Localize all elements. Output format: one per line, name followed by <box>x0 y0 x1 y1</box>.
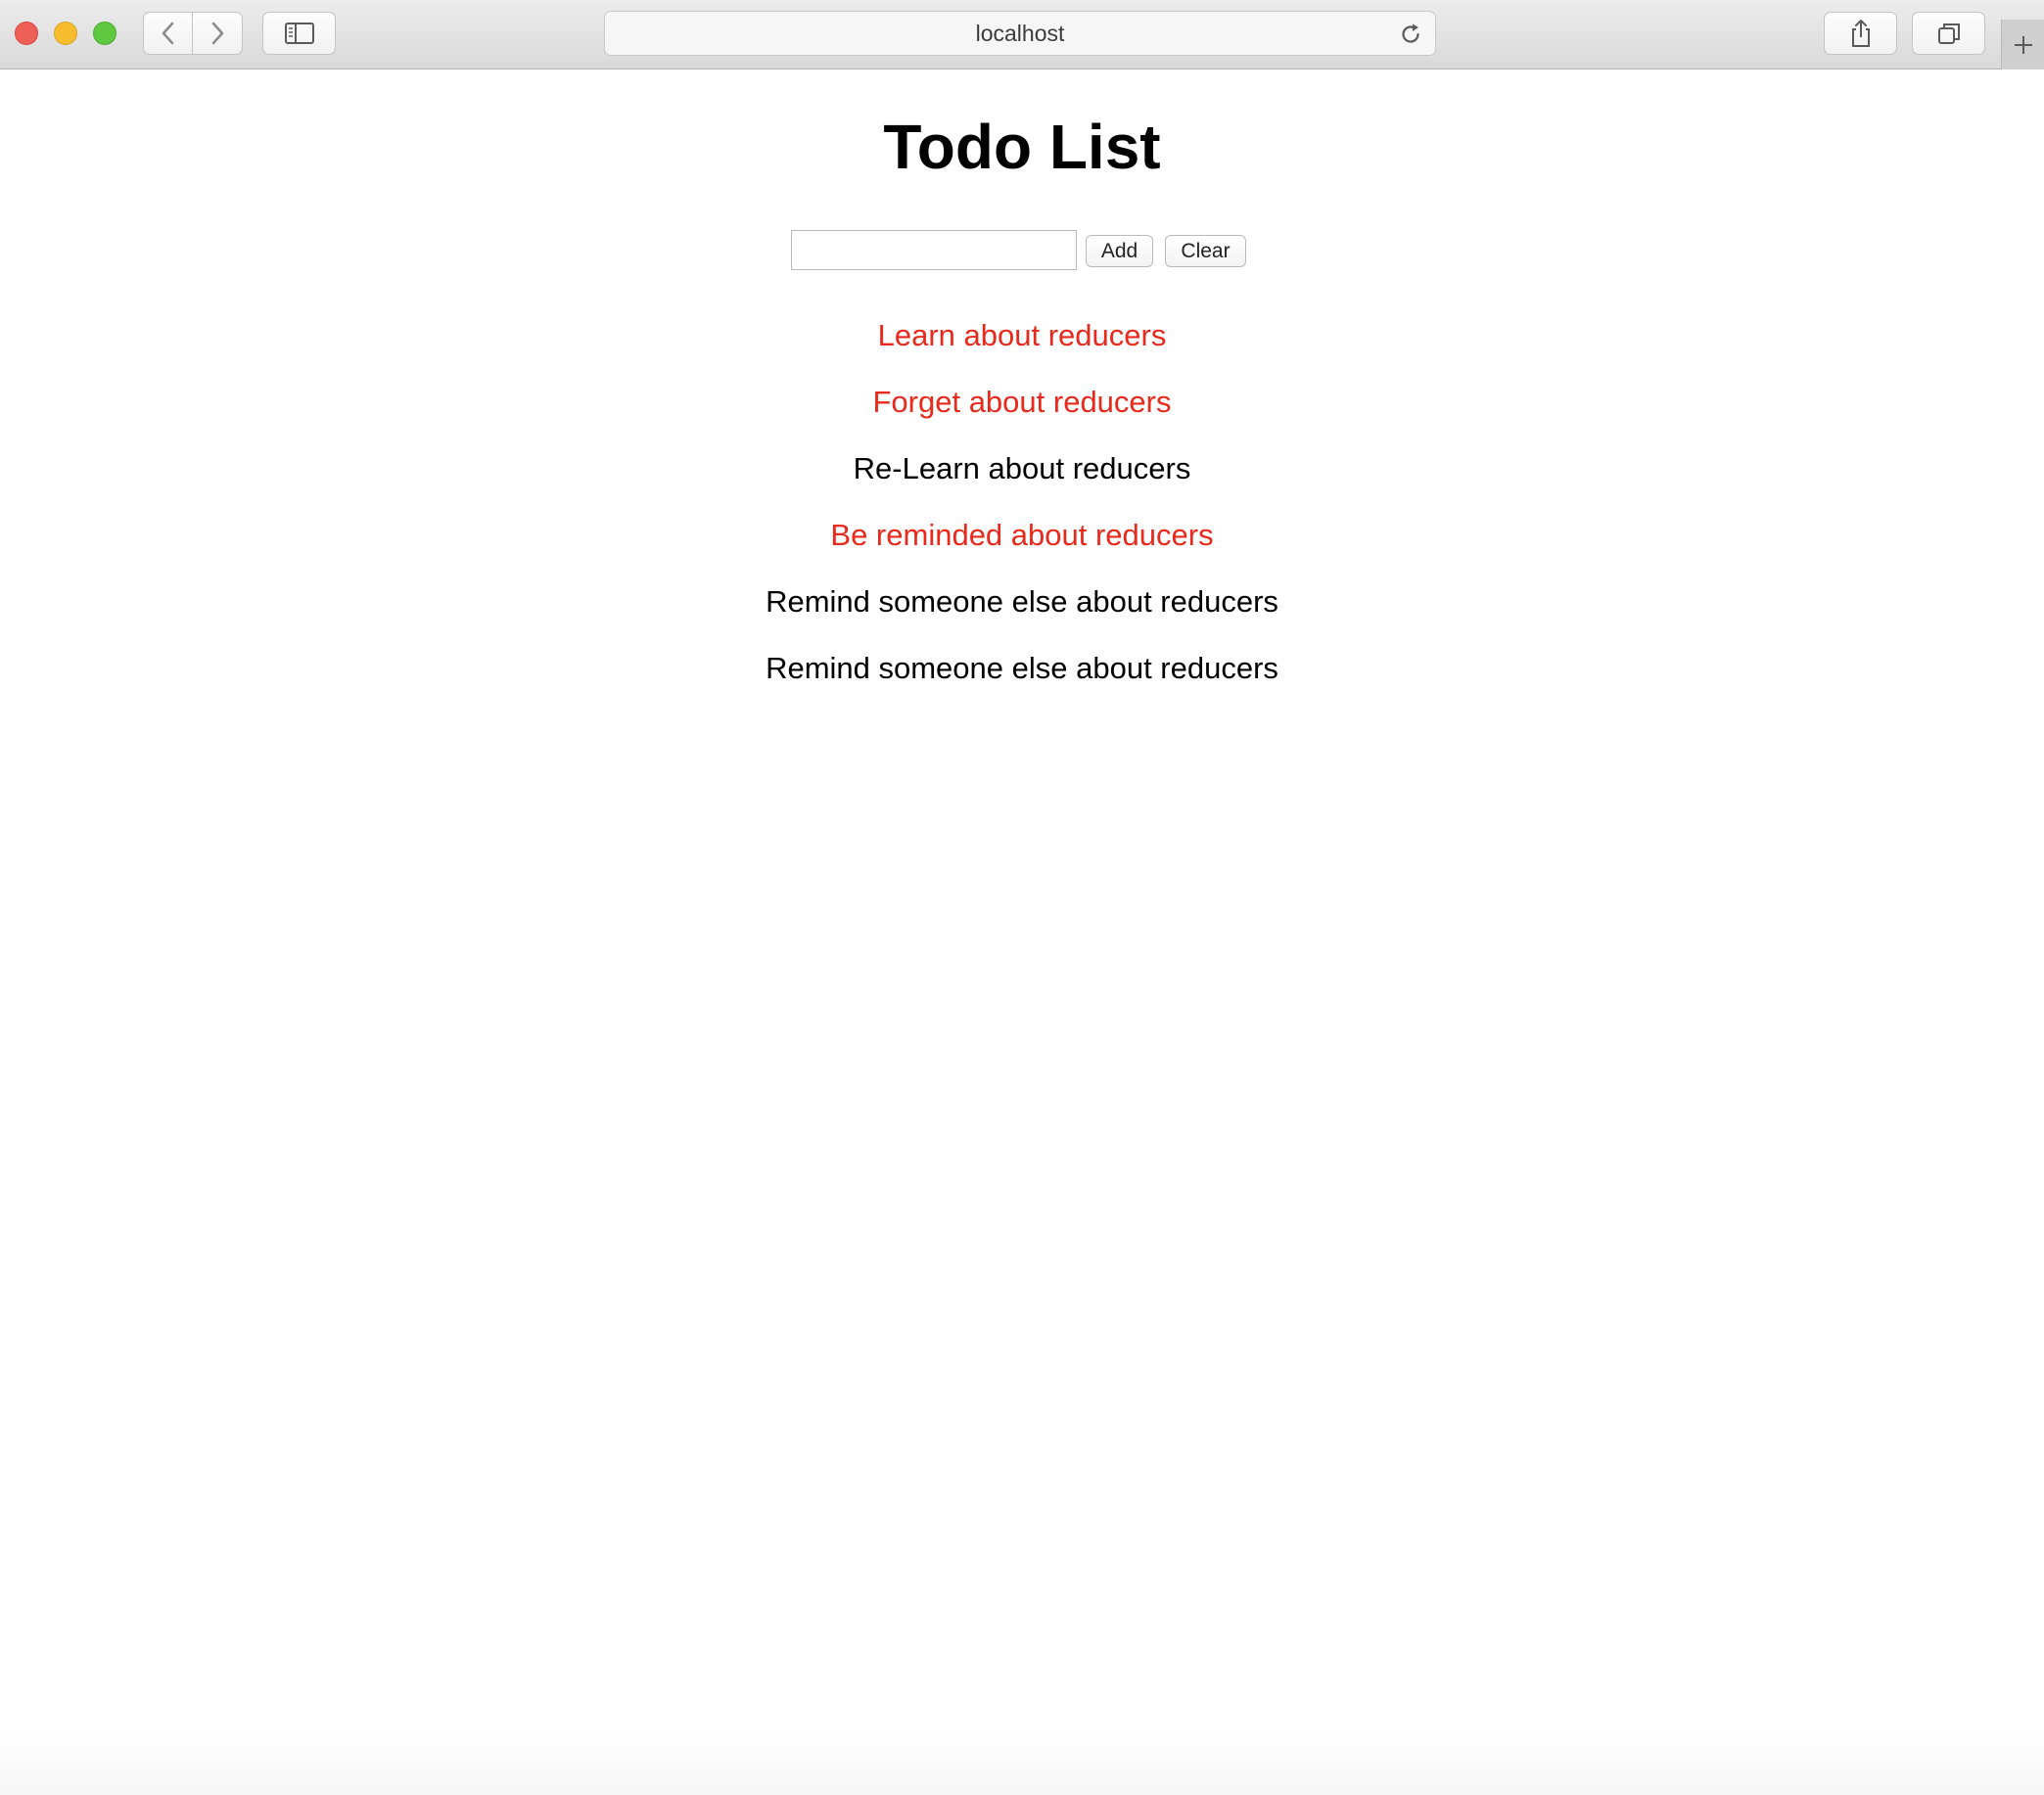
tab-overview-button[interactable] <box>1912 12 1985 55</box>
browser-toolbar: localhost <box>0 0 2044 69</box>
page-content: Todo List Add Clear Learn about reducers… <box>0 70 2044 1795</box>
todo-item[interactable]: Remind someone else about reducers <box>0 569 2044 635</box>
back-button[interactable] <box>143 12 193 55</box>
tabs-overview-icon <box>1937 23 1960 44</box>
page-title: Todo List <box>883 112 1161 182</box>
plus-icon <box>2014 35 2032 54</box>
sidebar-toggle-button[interactable] <box>262 12 336 55</box>
todo-input[interactable] <box>791 230 1077 270</box>
chevron-right-icon <box>211 22 224 45</box>
forward-button[interactable] <box>193 12 243 55</box>
share-icon <box>1851 20 1870 47</box>
url-text: localhost <box>975 20 1065 46</box>
clear-button[interactable]: Clear <box>1165 235 1246 267</box>
new-tab-button[interactable] <box>2001 20 2044 69</box>
address-bar[interactable]: localhost <box>604 11 1436 56</box>
sidebar-icon <box>284 23 314 44</box>
todo-item[interactable]: Learn about reducers <box>0 302 2044 369</box>
browser-window: localhost Todo List Add Clear Learn abou… <box>0 0 2044 1795</box>
todo-item[interactable]: Be reminded about reducers <box>0 502 2044 569</box>
todo-item[interactable]: Remind someone else about reducers <box>0 635 2044 702</box>
todo-list: Learn about reducers Forget about reduce… <box>0 302 2044 702</box>
add-button[interactable]: Add <box>1086 235 1153 267</box>
todo-item[interactable]: Forget about reducers <box>0 369 2044 436</box>
chevron-left-icon <box>162 22 173 45</box>
todo-item[interactable]: Re-Learn about reducers <box>0 436 2044 502</box>
zoom-window-button[interactable] <box>93 22 116 45</box>
close-window-button[interactable] <box>15 22 38 45</box>
share-button[interactable] <box>1824 12 1897 55</box>
minimize-window-button[interactable] <box>54 22 77 45</box>
reload-icon[interactable] <box>1398 22 1423 47</box>
